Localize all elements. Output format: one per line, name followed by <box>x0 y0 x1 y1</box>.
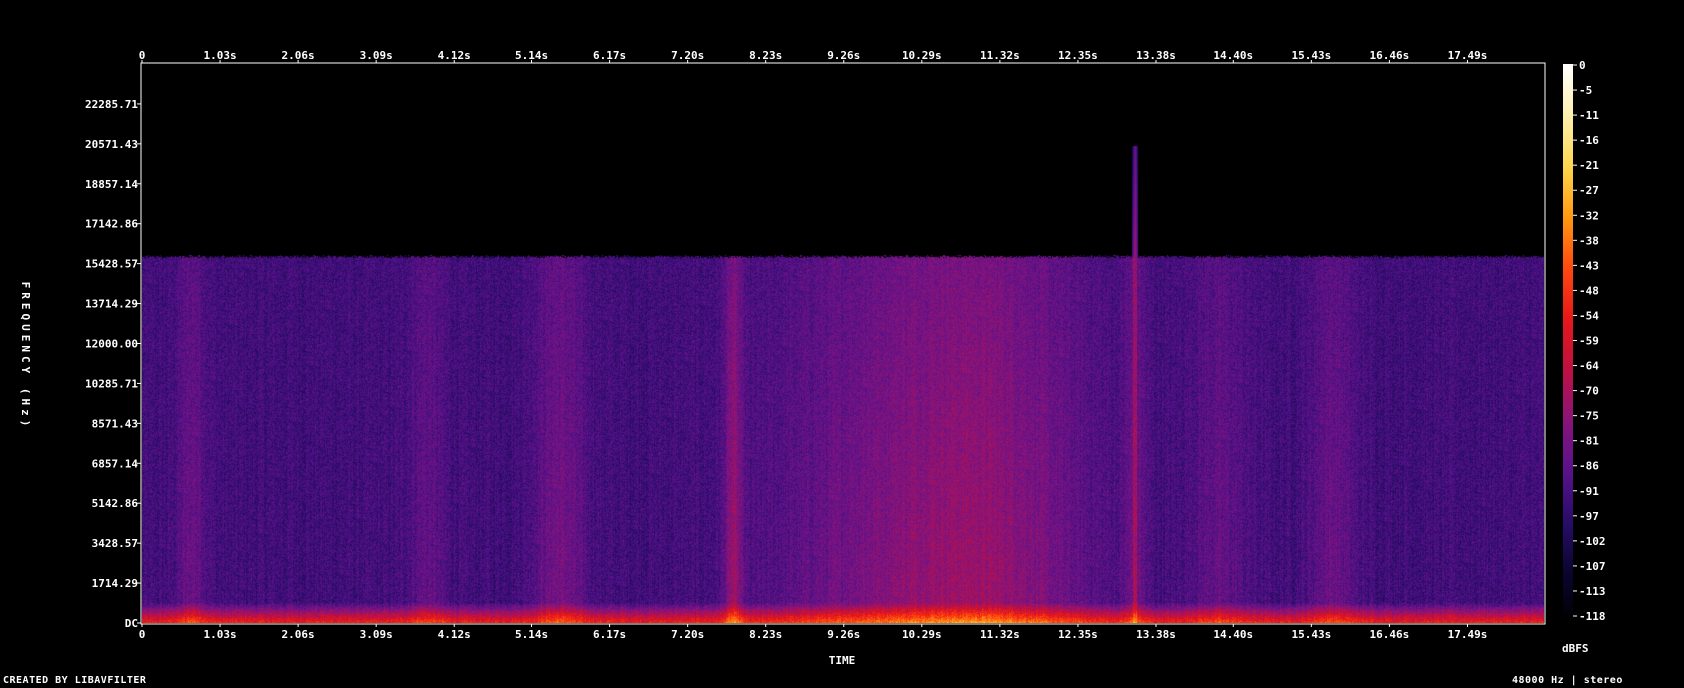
x-tick-label-top: 0 <box>139 49 146 62</box>
colorbar-tick-label: -59 <box>1579 335 1599 348</box>
x-tick-label-bottom: 17.49s <box>1448 628 1488 641</box>
colorbar-tick-label: -21 <box>1579 159 1599 172</box>
x-tick-label-bottom: 3.09s <box>360 628 393 641</box>
x-tick-label-bottom: 13.38s <box>1136 628 1176 641</box>
y-tick-label: 5142.86 <box>92 497 139 510</box>
y-tick-label: 20571.43 <box>85 138 138 151</box>
colorbar-tick-label: -91 <box>1579 485 1599 498</box>
colorbar-tick-label: -102 <box>1579 535 1606 548</box>
x-tick-label-top: 7.20s <box>671 49 704 62</box>
y-tick-label: 12000.00 <box>85 338 138 351</box>
colorbar-tick-label: -11 <box>1579 109 1599 122</box>
x-tick-label-bottom: 11.32s <box>980 628 1020 641</box>
colorbar-tick-label: -107 <box>1579 560 1606 573</box>
x-tick-label-bottom: 8.23s <box>749 628 782 641</box>
colorbar-tick-label: -43 <box>1579 259 1599 272</box>
y-axis: 22285.71 20571.43 18857.14 17142.86 15428.57… <box>85 98 141 630</box>
x-tick-label-bottom: 10.29s <box>902 628 942 641</box>
x-tick-label-top: 10.29s <box>902 49 942 62</box>
y-tick-label: 13714.29 <box>85 298 138 311</box>
x-tick-label-bottom: 16.46s <box>1370 628 1410 641</box>
colorbar-tick-label: -48 <box>1579 284 1599 297</box>
x-tick-label-top: 16.46s <box>1370 49 1410 62</box>
x-axis-top: 0 1.03s 2.06s 3.09s 4.12s 5.14s 6.17s 7.20s 8.23… <box>139 49 1488 63</box>
y-tick-label: 10285.71 <box>85 377 138 390</box>
x-tick-label-top: 11.32s <box>980 49 1020 62</box>
y-axis-label: FREQUENCY (Hz) <box>19 282 32 431</box>
x-tick-label-bottom: 4.12s <box>438 628 471 641</box>
x-tick-label-bottom: 5.14s <box>515 628 548 641</box>
spectrogram-chart: 0 1.03s 2.06s 3.09s 4.12s 5.14s 6.17s 7.20s 8.23… <box>19 49 1606 667</box>
x-tick-label-top: 9.26s <box>827 49 860 62</box>
spectrogram-heatmap <box>142 64 1544 623</box>
colorbar <box>1563 64 1573 623</box>
x-tick-label-top: 8.23s <box>749 49 782 62</box>
x-tick-label-bottom: 12.35s <box>1058 628 1098 641</box>
x-axis-label: TIME <box>829 654 856 667</box>
x-tick-label-bottom: 9.26s <box>827 628 860 641</box>
colorbar-ticks: 0 -5 -11 -16 -21 -27 -32 -38 -43 -48 -54 -59 -64 -70 -… <box>1573 59 1606 623</box>
y-tick-label: 18857.14 <box>85 178 138 191</box>
x-tick-label-bottom: 14.40s <box>1213 628 1253 641</box>
colorbar-tick-label: -64 <box>1579 360 1599 373</box>
x-axis-bottom: 0 1.03s 2.06s 3.09s 4.12s 5.14s 6.17s 7.20s 8.23… <box>139 624 1488 641</box>
x-tick-label-bottom: 1.03s <box>203 628 236 641</box>
y-tick-label: 8571.43 <box>92 417 138 430</box>
y-tick-label: 15428.57 <box>85 258 138 271</box>
x-tick-label-top: 2.06s <box>282 49 315 62</box>
y-tick-label: 1714.29 <box>92 577 138 590</box>
x-tick-label-top: 12.35s <box>1058 49 1098 62</box>
x-tick-label-top: 1.03s <box>203 49 236 62</box>
colorbar-tick-label: -5 <box>1579 84 1592 97</box>
colorbar-tick-label: -113 <box>1579 585 1606 598</box>
y-tick-label: DC <box>125 617 138 630</box>
x-tick-label-top: 4.12s <box>438 49 471 62</box>
x-tick-label-top: 15.43s <box>1291 49 1331 62</box>
x-tick-label-bottom: 15.43s <box>1291 628 1331 641</box>
credit-text: CREATED BY LIBAVFILTER <box>3 675 147 686</box>
audio-info-text: 48000 Hz | stereo <box>1512 675 1623 686</box>
x-tick-label-top: 14.40s <box>1213 49 1253 62</box>
colorbar-tick-label: -97 <box>1579 510 1599 523</box>
colorbar-label: dBFS <box>1562 642 1589 655</box>
colorbar-tick-label: 0 <box>1579 59 1586 72</box>
y-tick-label: 3428.57 <box>92 537 138 550</box>
colorbar-tick-label: -38 <box>1579 234 1599 247</box>
x-tick-label-bottom: 2.06s <box>282 628 315 641</box>
colorbar-tick-label: -81 <box>1579 435 1599 448</box>
x-tick-label-top: 6.17s <box>593 49 626 62</box>
x-tick-label-bottom: 6.17s <box>593 628 626 641</box>
y-tick-label: 22285.71 <box>85 98 138 111</box>
x-tick-label-top: 17.49s <box>1448 49 1488 62</box>
x-tick-label-bottom: 7.20s <box>671 628 704 641</box>
y-tick-label: 17142.86 <box>85 218 138 231</box>
colorbar-tick-label: -70 <box>1579 385 1599 398</box>
colorbar-tick-label: -86 <box>1579 460 1599 473</box>
x-tick-label-bottom: 0 <box>139 628 146 641</box>
y-tick-label: 6857.14 <box>92 457 139 470</box>
colorbar-tick-label: -16 <box>1579 134 1599 147</box>
colorbar-tick-label: -54 <box>1579 309 1599 322</box>
colorbar-tick-label: -118 <box>1579 610 1606 623</box>
colorbar-tick-label: -75 <box>1579 410 1599 423</box>
x-tick-label-top: 3.09s <box>360 49 393 62</box>
colorbar-tick-label: -27 <box>1579 184 1599 197</box>
x-tick-label-top: 5.14s <box>515 49 548 62</box>
colorbar-tick-label: -32 <box>1579 209 1599 222</box>
x-tick-label-top: 13.38s <box>1136 49 1176 62</box>
